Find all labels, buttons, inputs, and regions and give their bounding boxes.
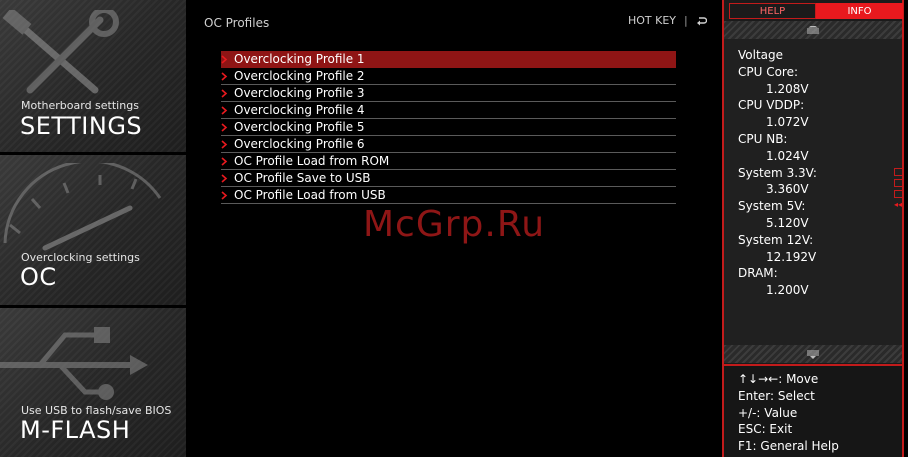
menu-item-label: Overclocking Profile 3 (234, 86, 365, 100)
nav-settings-title: SETTINGS (20, 112, 143, 140)
marker-box (894, 168, 903, 176)
voltage-value: 1.200V (766, 283, 809, 298)
menu-item[interactable]: Overclocking Profile 1 (221, 51, 676, 68)
usb-icon (0, 327, 148, 400)
hotkey-separator: | (684, 14, 688, 27)
panel-tabs: HELP INFO (729, 3, 903, 19)
menu-item-label: Overclocking Profile 4 (234, 103, 365, 117)
chevron-right-icon (221, 54, 234, 64)
menu-item[interactable]: OC Profile Load from USB (221, 187, 676, 204)
voltage-value: 12.192V (766, 249, 817, 264)
chevron-right-icon (221, 71, 234, 81)
voltage-label: CPU VDDP: (738, 98, 805, 113)
chevron-right-icon (221, 190, 234, 200)
menu-item[interactable]: OC Profile Load from ROM (221, 153, 676, 170)
key-help-list: ↑↓→←: Move Enter: Select +/-: Value ESC:… (738, 371, 839, 455)
menu-item[interactable]: Overclocking Profile 2 (221, 68, 676, 85)
voltage-label: System 3.3V: (738, 165, 817, 180)
menu-item[interactable]: Overclocking Profile 6 (221, 136, 676, 153)
hotkey-area: HOT KEY | (628, 14, 707, 27)
nav-mflash-title: M-FLASH (20, 416, 131, 444)
chevron-right-icon (221, 156, 234, 166)
marker-box (894, 179, 903, 187)
voltage-value: 1.024V (766, 148, 809, 163)
key-help-item: ↑↓→←: Move (738, 372, 819, 386)
chevron-right-icon (221, 139, 234, 149)
right-panel: HELP INFO Voltage CPU Core: 1.208V CPU V… (722, 0, 904, 457)
nav-settings-subtitle: Motherboard settings (21, 99, 139, 112)
menu-item[interactable]: Overclocking Profile 3 (221, 85, 676, 102)
menu-item[interactable]: Overclocking Profile 4 (221, 102, 676, 119)
scroll-down-button[interactable] (724, 345, 902, 363)
voltage-heading: Voltage (738, 48, 784, 62)
nav-oc-title: OC (20, 263, 57, 291)
voltage-label: System 12V: (738, 232, 814, 247)
key-help-item: ESC: Exit (738, 422, 793, 437)
scroll-up-icon (807, 26, 819, 34)
oc-profile-menu: Overclocking Profile 1 Overclocking Prof… (221, 51, 676, 204)
menu-item-label: Overclocking Profile 6 (234, 137, 365, 151)
voltage-value: 3.360V (766, 182, 809, 197)
back-icon[interactable] (696, 16, 707, 26)
voltage-value: 1.208V (766, 81, 809, 96)
panel-resize-handle[interactable]: ◂◂ (894, 168, 904, 209)
tab-help[interactable]: HELP (729, 3, 816, 19)
key-help-item: +/-: Value (738, 405, 798, 420)
menu-item[interactable]: OC Profile Save to USB (221, 170, 676, 187)
collapse-arrows-icon: ◂◂ (894, 200, 903, 209)
voltage-label: DRAM: (738, 266, 778, 281)
menu-item-label: OC Profile Load from ROM (234, 154, 390, 168)
key-help-item: F1: General Help (738, 439, 839, 454)
menu-item-label: Overclocking Profile 1 (234, 52, 365, 66)
scroll-up-button[interactable] (724, 21, 902, 39)
voltage-label: System 5V: (738, 199, 806, 214)
chevron-right-icon (221, 122, 234, 132)
nav-mflash[interactable]: Use USB to flash/save BIOS M-FLASH (0, 308, 186, 457)
tab-info[interactable]: INFO (816, 3, 903, 19)
menu-item-label: Overclocking Profile 2 (234, 69, 365, 83)
voltage-label: CPU NB: (738, 131, 788, 146)
key-help-item: Enter: Select (738, 388, 815, 403)
chevron-right-icon (221, 173, 234, 183)
tools-icon (2, 10, 119, 94)
menu-item-label: OC Profile Load from USB (234, 188, 386, 202)
voltage-value: 5.120V (766, 215, 809, 230)
menu-item[interactable]: Overclocking Profile 5 (221, 119, 676, 136)
chevron-right-icon (221, 88, 234, 98)
voltage-list: Voltage CPU Core: 1.208V CPU VDDP: 1.072… (738, 47, 817, 299)
scroll-down-icon (807, 350, 819, 359)
hotkey-button[interactable]: HOT KEY (628, 14, 676, 27)
voltage-label: CPU Core: (738, 64, 799, 79)
voltage-value: 1.072V (766, 115, 809, 130)
chevron-right-icon (221, 105, 234, 115)
menu-item-label: OC Profile Save to USB (234, 171, 371, 185)
menu-item-label: Overclocking Profile 5 (234, 120, 365, 134)
nav-settings[interactable]: Motherboard settings SETTINGS (0, 0, 186, 152)
help-area: ↑↓→←: Move Enter: Select +/-: Value ESC:… (724, 364, 902, 457)
marker-box (894, 190, 903, 198)
page-title: OC Profiles (204, 16, 270, 30)
info-area: Voltage CPU Core: 1.208V CPU VDDP: 1.072… (724, 39, 902, 345)
